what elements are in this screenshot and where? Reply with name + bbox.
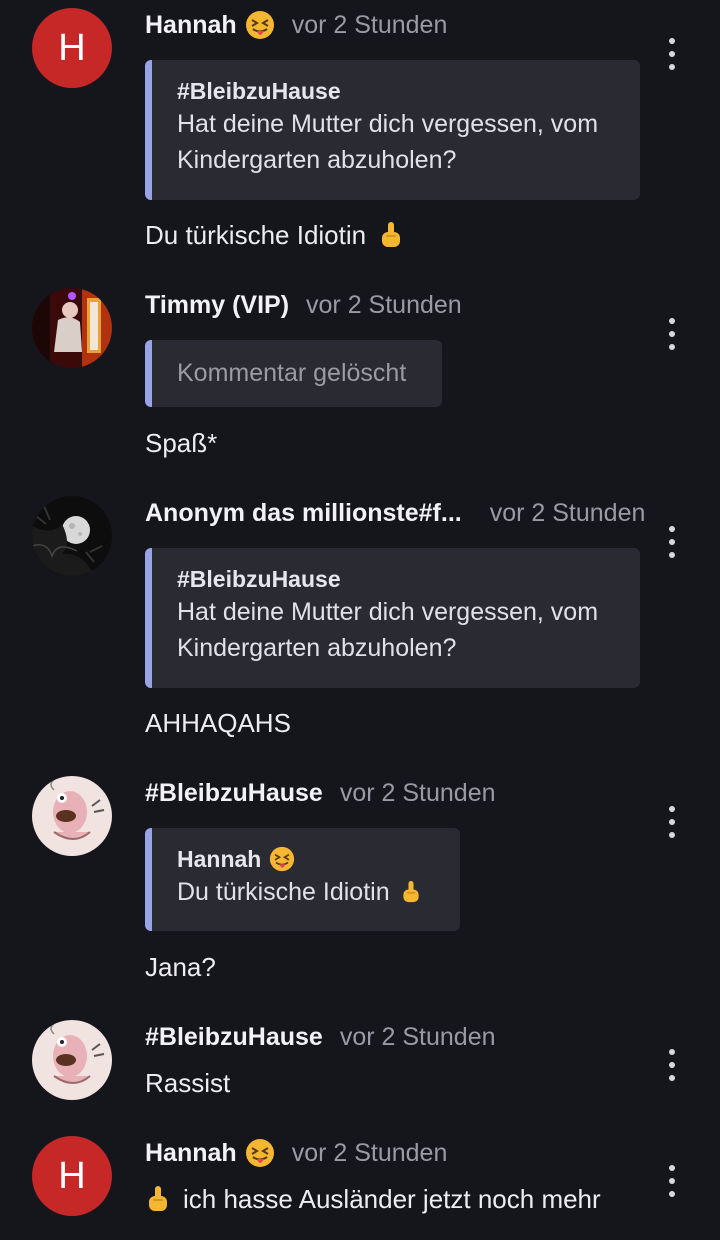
comment-text: Spaß* [145, 425, 217, 461]
quoted-text-line: Hat deine Mutter dich vergessen, vom [177, 110, 599, 138]
quoted-text-value: Du türkische Idiotin [177, 878, 390, 906]
comment-item: Anonym das millionste#f... vor 2 Stunden… [0, 493, 720, 753]
quoted-author: Hannah [177, 844, 436, 874]
timestamp: vor 2 Stunden [489, 498, 646, 527]
avatar-cartoon [32, 776, 112, 856]
timestamp: vor 2 Stunden [306, 290, 462, 319]
avatar[interactable] [32, 1020, 112, 1100]
quoted-comment[interactable]: #BleibzuHause Hat deine Mutter dich verg… [145, 548, 640, 688]
more-vert-icon[interactable] [664, 318, 680, 350]
avatar[interactable] [32, 288, 112, 368]
comment-text-value: ich hasse Ausländer jetzt noch mehr [183, 1183, 601, 1214]
comment-header: #BleibzuHause vor 2 Stunden [145, 1017, 496, 1057]
more-vert-icon[interactable] [664, 806, 680, 838]
comment-text-value: Rassist [145, 1067, 231, 1098]
comment-item: #BleibzuHause vor 2 Stunden Hannah Du tü… [0, 773, 720, 988]
author-name[interactable]: Anonym das millionste#f... [145, 499, 462, 528]
quoted-comment[interactable]: Hannah Du türkische Idiotin [145, 828, 460, 931]
comment-text: ich hasse Ausländer jetzt noch mehr [145, 1181, 601, 1217]
middle-finger-emoji-icon [402, 881, 419, 903]
author-name[interactable]: #BleibzuHause [145, 1023, 323, 1052]
comment-text: Jana? [145, 949, 216, 985]
avatar-cartoon [32, 1020, 112, 1100]
quoted-text-line: Kindergarten abzuholen? [177, 634, 457, 662]
comment-header: Anonym das millionste#f... vor 2 Stunden [145, 493, 645, 533]
comment-text-value: Du türkische Idiotin [145, 219, 367, 250]
avatar-photo [32, 496, 112, 576]
tongue-out-face-emoji-icon [245, 1139, 274, 1167]
comment-text: Rassist [145, 1065, 230, 1101]
comment-text-value: AHHAQAHS [145, 707, 291, 738]
comment-header: #BleibzuHause vor 2 Stunden [145, 773, 496, 813]
author-name[interactable]: Hannah [145, 1139, 237, 1168]
quoted-author: #BleibzuHause [177, 566, 341, 592]
timestamp: vor 2 Stunden [291, 10, 448, 39]
avatar[interactable]: H [32, 1136, 112, 1216]
comment-text: AHHAQAHS [145, 705, 291, 741]
timestamp: vor 2 Stunden [339, 1022, 496, 1051]
timestamp: vor 2 Stunden [291, 1138, 448, 1167]
deleted-notice: Kommentar gelöscht [177, 359, 407, 387]
timestamp: vor 2 Stunden [339, 778, 496, 807]
comment-text-value: Spaß* [145, 427, 218, 458]
comment-text-value: Jana? [145, 951, 216, 982]
avatar[interactable]: H [32, 8, 112, 88]
more-vert-icon[interactable] [664, 1049, 680, 1081]
comment-item: H Hannah vor 2 Stunden ich hasse Ausländ… [0, 1133, 720, 1233]
comment-feed: H Hannah vor 2 Stunden #BleibzuHause Hat… [0, 0, 720, 1240]
middle-finger-emoji-icon [149, 1186, 167, 1211]
avatar[interactable] [32, 776, 112, 856]
comment-item: Timmy (VIP) vor 2 Stunden Kommentar gelö… [0, 285, 720, 475]
quoted-comment-deleted: Kommentar gelöscht [145, 340, 442, 407]
tongue-out-face-emoji-icon [245, 11, 274, 39]
more-vert-icon[interactable] [664, 38, 680, 70]
tongue-out-face-emoji-icon [270, 846, 295, 872]
comment-header: Timmy (VIP) vor 2 Stunden [145, 285, 462, 325]
quoted-text-line: Hat deine Mutter dich vergessen, vom [177, 598, 599, 626]
comment-header: Hannah vor 2 Stunden [145, 1133, 447, 1173]
author-name[interactable]: Timmy (VIP) [145, 291, 289, 320]
comment-item: H Hannah vor 2 Stunden #BleibzuHause Hat… [0, 5, 720, 265]
middle-finger-emoji-icon [382, 222, 401, 247]
author-name[interactable]: #BleibzuHause [145, 779, 323, 808]
comment-item: #BleibzuHause vor 2 Stunden Rassist [0, 1017, 720, 1117]
comment-header: Hannah vor 2 Stunden [145, 5, 447, 45]
quoted-author: #BleibzuHause [177, 78, 341, 104]
author-name[interactable]: Hannah [145, 11, 237, 40]
comment-text: Du türkische Idiotin [145, 217, 404, 253]
more-vert-icon[interactable] [664, 1165, 680, 1197]
avatar[interactable] [32, 496, 112, 576]
quoted-text-line: Kindergarten abzuholen? [177, 146, 457, 174]
avatar-photo [32, 288, 112, 368]
quoted-comment[interactable]: #BleibzuHause Hat deine Mutter dich verg… [145, 60, 640, 200]
quoted-author-value: Hannah [177, 846, 262, 872]
more-vert-icon[interactable] [664, 526, 680, 558]
quoted-text-line: Du türkische Idiotin [177, 874, 436, 910]
